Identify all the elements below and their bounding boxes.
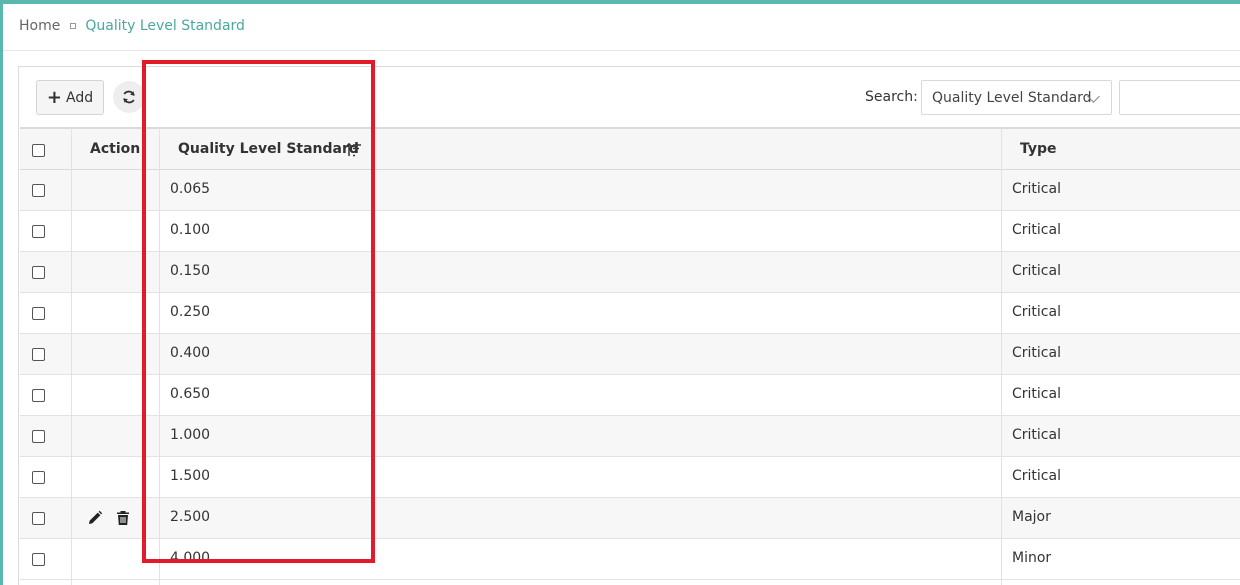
- table-header: Action Quality Level Standard Type: [20, 127, 1240, 170]
- table-row[interactable]: 0.150 Critical: [20, 252, 1240, 293]
- row-checkbox[interactable]: [32, 307, 45, 320]
- table-row[interactable]: 2.500 Major: [20, 498, 1240, 539]
- column-divider: [1001, 127, 1002, 585]
- quality-cell: 0.650: [170, 386, 211, 402]
- trash-icon[interactable]: [116, 510, 130, 526]
- type-cell: Critical: [1012, 345, 1061, 361]
- type-cell: Critical: [1012, 181, 1061, 197]
- column-header-action: Action: [90, 141, 141, 157]
- search-field-select[interactable]: Quality Level Standard: [921, 80, 1112, 115]
- table-row[interactable]: 0.100 Critical: [20, 211, 1240, 252]
- type-cell: Critical: [1012, 222, 1061, 238]
- refresh-button[interactable]: [113, 81, 145, 113]
- breadcrumb-current[interactable]: Quality Level Standard: [85, 18, 245, 34]
- row-checkbox[interactable]: [32, 430, 45, 443]
- row-checkbox[interactable]: [32, 225, 45, 238]
- table-row[interactable]: 0.065 Critical: [20, 170, 1240, 211]
- quality-cell: 0.150: [170, 263, 211, 279]
- column-header-type[interactable]: Type: [1020, 141, 1057, 157]
- left-accent-bar: [0, 0, 3, 585]
- quality-cell: 0.250: [170, 304, 211, 320]
- breadcrumb-home[interactable]: Home: [19, 18, 60, 34]
- type-cell: Critical: [1012, 304, 1061, 320]
- row-checkbox[interactable]: [32, 389, 45, 402]
- quality-cell: 0.065: [170, 181, 211, 197]
- table-row[interactable]: 4.000 Minor: [20, 539, 1240, 580]
- quality-cell: 0.100: [170, 222, 211, 238]
- table-row[interactable]: 1.000 Critical: [20, 416, 1240, 457]
- column-header-quality[interactable]: Quality Level Standard: [178, 141, 359, 157]
- search-label: Search:: [865, 89, 918, 105]
- add-button-label: Add: [65, 89, 94, 106]
- plus-icon: +: [46, 86, 62, 108]
- row-checkbox[interactable]: [32, 184, 45, 197]
- add-button[interactable]: + Add: [36, 80, 104, 115]
- table-row[interactable]: 0.250 Critical: [20, 293, 1240, 334]
- search-input[interactable]: [1119, 80, 1240, 115]
- table-row[interactable]: 0.650 Critical: [20, 375, 1240, 416]
- row-checkbox[interactable]: [32, 471, 45, 484]
- quality-cell: 2.500: [170, 509, 211, 525]
- type-cell: Critical: [1012, 427, 1061, 443]
- quality-cell: 1.000: [170, 427, 211, 443]
- type-cell: Major: [1012, 509, 1051, 525]
- column-divider: [159, 127, 160, 585]
- square-icon: [70, 23, 77, 29]
- top-accent-bar: [0, 0, 1240, 4]
- quality-cell: 0.400: [170, 345, 211, 361]
- row-checkbox[interactable]: [32, 348, 45, 361]
- type-cell: Critical: [1012, 386, 1061, 402]
- refresh-icon: [123, 90, 135, 104]
- select-all-checkbox[interactable]: [32, 144, 45, 157]
- row-checkbox[interactable]: [32, 512, 45, 525]
- row-checkbox[interactable]: [32, 553, 45, 566]
- sort-icon[interactable]: [346, 143, 362, 157]
- table-row[interactable]: 1.500 Critical: [20, 457, 1240, 498]
- table-row[interactable]: 0.400 Critical: [20, 334, 1240, 375]
- pencil-icon[interactable]: [87, 510, 103, 526]
- header-divider: [3, 50, 1240, 51]
- row-checkbox[interactable]: [32, 266, 45, 279]
- type-cell: Critical: [1012, 468, 1061, 484]
- type-cell: Minor: [1012, 550, 1052, 566]
- quality-cell: 1.500: [170, 468, 211, 484]
- search-field-value: Quality Level Standard: [932, 89, 1092, 106]
- type-cell: Critical: [1012, 263, 1061, 279]
- quality-cell: 4.000: [170, 550, 211, 566]
- breadcrumb: Home Quality Level Standard: [19, 17, 245, 35]
- column-divider: [71, 127, 72, 585]
